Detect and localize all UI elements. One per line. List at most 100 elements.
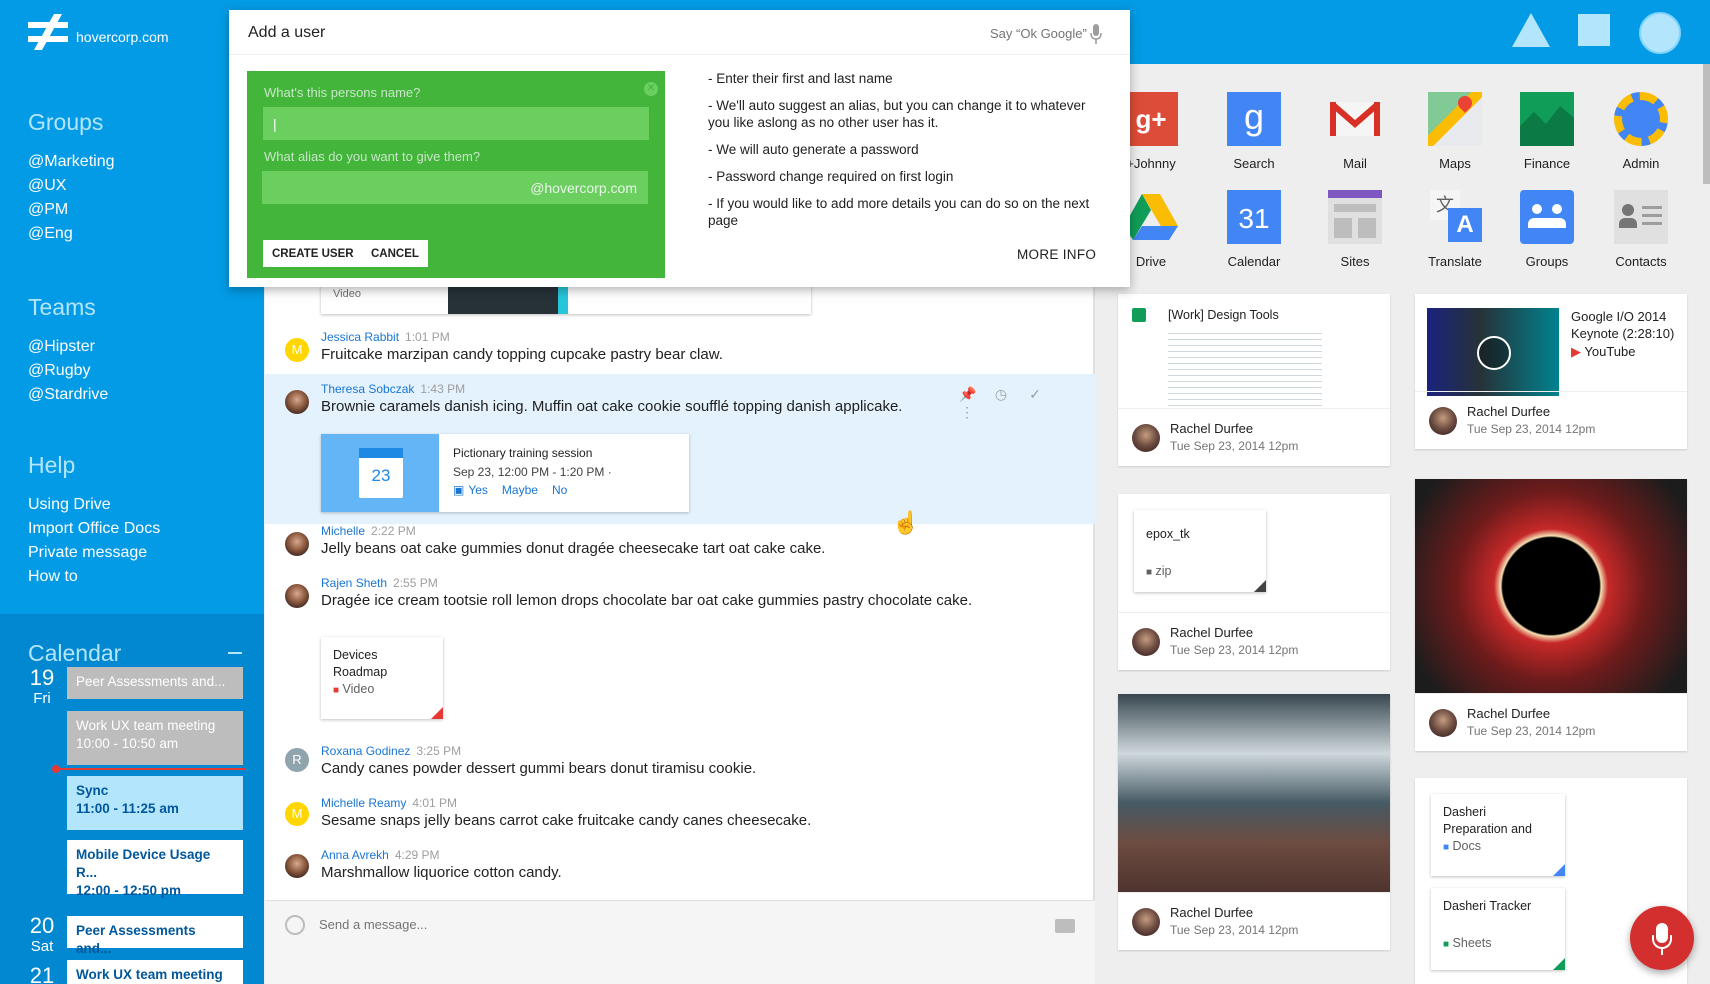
circle-icon[interactable] xyxy=(1639,12,1681,54)
event-invite-card[interactable]: 23 Pictionary training session Sep 23, 1… xyxy=(321,434,689,512)
message-time: 2:22 PM xyxy=(371,524,416,538)
attachment-title-2: Roadmap xyxy=(333,665,388,679)
attachment-type: ■ Sheets xyxy=(1443,936,1492,950)
hovercorp-logo-icon[interactable] xyxy=(28,14,68,50)
card-meta: Rachel Durfee Tue Sep 23, 2014 12pm xyxy=(1118,612,1390,670)
app-contacts[interactable]: Contacts xyxy=(1597,190,1685,269)
app-groups[interactable]: Groups xyxy=(1503,190,1591,269)
event-title: Work UX team meeting xyxy=(76,967,223,982)
square-icon[interactable] xyxy=(1578,14,1610,46)
zip-card[interactable]: epox_tk ■ zip Rachel Durfee Tue Sep 23, … xyxy=(1118,494,1390,670)
scrollbar[interactable] xyxy=(1703,64,1710,184)
partial-card-label: Video xyxy=(333,288,361,300)
clock-icon[interactable]: ◷ xyxy=(993,386,1009,402)
image-card[interactable]: Rachel Durfee Tue Sep 23, 2014 12pm xyxy=(1415,479,1687,751)
rsvp-options: ▣ Yes Maybe No xyxy=(453,483,581,497)
app-label: Search xyxy=(1233,156,1275,171)
attachment-card[interactable]: Devices Roadmap ■ Video xyxy=(321,637,443,719)
cancel-button[interactable]: CANCEL xyxy=(362,240,428,267)
message-input[interactable] xyxy=(319,913,999,935)
app-admin[interactable]: Admin xyxy=(1597,92,1685,171)
message-text: Jelly beans oat cake gummies donut dragé… xyxy=(321,540,826,557)
calendar-event[interactable]: Sync 11:00 - 11:25 am xyxy=(67,776,243,830)
avatar xyxy=(285,584,309,608)
pin-icon[interactable]: 📌 xyxy=(959,386,976,402)
camera-icon[interactable] xyxy=(1055,919,1075,933)
sheets-icon: ■ xyxy=(1443,939,1450,950)
drive-icon xyxy=(1124,190,1178,244)
calendar-event[interactable]: Peer Assessments and... xyxy=(67,667,243,699)
message-actions: 📌 ◷ ✓ ⋮ xyxy=(959,386,1093,422)
help-using-drive[interactable]: Using Drive xyxy=(28,493,160,517)
app-maps[interactable]: Maps xyxy=(1411,92,1499,171)
app-finance[interactable]: Finance xyxy=(1503,92,1591,171)
app-label: Contacts xyxy=(1615,254,1667,269)
alias-label: What alias do you want to give them? xyxy=(264,149,481,164)
app-label: Sites xyxy=(1340,254,1370,269)
current-time-line xyxy=(56,768,246,770)
app-label: Translate xyxy=(1428,254,1482,269)
image-card[interactable]: Rachel Durfee Tue Sep 23, 2014 12pm xyxy=(1118,694,1390,950)
groups-heading: Groups xyxy=(28,109,104,135)
help-tips: - Enter their first and last name - We'l… xyxy=(708,70,1108,239)
team-rugby[interactable]: @Rugby xyxy=(28,359,108,383)
more-vert-icon[interactable]: ⋮ xyxy=(959,404,975,420)
app-search[interactable]: g Search xyxy=(1210,92,1298,171)
attachment-title: Dasheri xyxy=(1443,805,1487,819)
event-time: 11:00 - 11:25 am xyxy=(76,801,179,816)
event-title: Peer Assessments and... xyxy=(76,674,226,689)
event-day-number: 23 xyxy=(371,466,391,485)
voice-search-button[interactable] xyxy=(1630,906,1694,970)
attachment-type: ■ Docs xyxy=(1443,839,1482,853)
app-translate[interactable]: 文 A Translate xyxy=(1411,190,1499,269)
sheets-icon xyxy=(1132,308,1146,322)
tip-item: - Enter their first and last name xyxy=(708,71,893,86)
app-label: Groups xyxy=(1525,254,1569,269)
close-icon[interactable]: ✕ xyxy=(644,82,658,96)
group-ux[interactable]: @UX xyxy=(28,174,115,198)
create-user-button[interactable]: CREATE USER xyxy=(263,240,363,267)
post-date: Tue Sep 23, 2014 12pm xyxy=(1170,923,1299,937)
check-icon[interactable]: ✓ xyxy=(1027,386,1043,402)
app-mail[interactable]: Mail xyxy=(1311,92,1399,171)
event-title: Pictionary training session xyxy=(453,446,593,460)
group-pm[interactable]: @PM xyxy=(28,198,115,222)
rsvp-maybe[interactable]: Maybe xyxy=(502,483,538,497)
event-time: 12:00 - 12:50 pm xyxy=(76,883,182,898)
calendar-event[interactable]: Peer Assessments and... xyxy=(67,916,243,956)
emoji-icon[interactable] xyxy=(285,915,305,935)
sites-icon xyxy=(1328,190,1382,244)
video-icon: ■ xyxy=(333,685,340,696)
tip-item: - We'll auto suggest an alias, but you c… xyxy=(708,98,1086,130)
calendar-event[interactable]: Mobile Device Usage R... 12:00 - 12:50 p… xyxy=(67,840,243,898)
apps-panel: g+ +Johnny g Search Mail Maps Finance Ad… xyxy=(1097,64,1710,984)
more-info-button[interactable]: MORE INFO xyxy=(1017,247,1096,262)
name-input[interactable] xyxy=(263,107,649,140)
group-eng[interactable]: @Eng xyxy=(28,222,115,246)
app-sites[interactable]: Sites xyxy=(1311,190,1399,269)
team-stardrive[interactable]: @Stardrive xyxy=(28,383,108,407)
group-marketing[interactable]: @Marketing xyxy=(28,150,115,174)
day-weekday: Fri xyxy=(33,690,51,707)
youtube-card[interactable]: Google I/O 2014 Keynote (2:28:10) ▶ YouT… xyxy=(1415,294,1687,449)
calendar-event[interactable]: Work UX team meeting xyxy=(67,960,243,984)
help-private-message[interactable]: Private message xyxy=(28,541,160,565)
play-icon[interactable] xyxy=(1477,336,1511,370)
app-label: Drive xyxy=(1135,254,1167,269)
calendar-event[interactable]: Work UX team meeting 10:00 - 10:50 am xyxy=(67,711,243,765)
rsvp-yes[interactable]: Yes xyxy=(468,483,488,497)
tip-item: - If you would like to add more details … xyxy=(708,196,1090,228)
video-title: Google I/O 2014 Keynote (2:28:10) xyxy=(1571,309,1675,341)
collapse-icon[interactable] xyxy=(228,652,242,654)
rsvp-no[interactable]: No xyxy=(552,483,567,497)
app-calendar[interactable]: 31 Calendar xyxy=(1210,190,1298,269)
help-import-office-docs[interactable]: Import Office Docs xyxy=(28,517,160,541)
team-hipster[interactable]: @Hipster xyxy=(28,335,108,359)
sheet-card[interactable]: [Work] Design Tools Rachel Durfee Tue Se… xyxy=(1118,294,1390,466)
microphone-icon[interactable] xyxy=(1090,24,1102,44)
triangle-icon[interactable] xyxy=(1512,13,1550,47)
message-text: Dragée ice cream tootsie roll lemon drop… xyxy=(321,592,973,609)
tip-item: - We will auto generate a password xyxy=(708,142,919,157)
help-how-to[interactable]: How to xyxy=(28,565,160,589)
contacts-icon xyxy=(1614,190,1668,244)
